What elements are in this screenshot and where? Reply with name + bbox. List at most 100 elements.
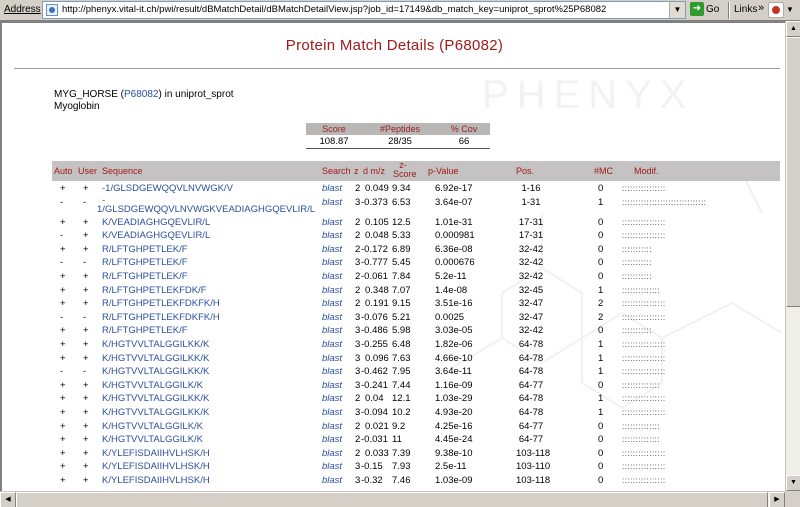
table-row: + + K/YLEFISDAIIHVLHSK/H blast 2 0.033 7.39 9.3… xyxy=(52,447,780,461)
row-dmz: -0.15 xyxy=(361,461,383,473)
sequence-link[interactable]: -1/GLSDGEWQQVLNVWGKVEADIAGHGQEVLIR/L xyxy=(97,195,315,214)
row-pvalue: 1.4e-08 xyxy=(435,284,468,296)
row-user: + xyxy=(83,406,89,418)
sequence-link[interactable]: R/LFTGHPETLEK/F xyxy=(102,271,188,282)
row-user: - xyxy=(83,196,87,208)
row-search: blast xyxy=(322,230,343,242)
sequence-link[interactable]: R/LFTGHPETLEK/F xyxy=(102,257,188,268)
go-button[interactable]: ➜ Go xyxy=(690,2,726,18)
row-search: blast xyxy=(322,257,343,269)
sequence-link[interactable]: R/LFTGHPETLEKFDK/F xyxy=(102,285,207,296)
title-divider xyxy=(14,68,780,69)
sequence-link[interactable]: K/HGTVVLTALGGILK/K xyxy=(102,434,203,445)
row-pvalue: 0.000981 xyxy=(435,230,475,242)
row-pvalue: 3.51e-16 xyxy=(435,298,473,310)
row-modif: :::::::::::::::: xyxy=(622,394,666,404)
sequence-link[interactable]: K/HGTVVLTALGGILKK/K xyxy=(102,407,209,418)
vertical-scroll-thumb[interactable] xyxy=(786,37,800,307)
toolbar-dropdown-icon[interactable]: ▼ xyxy=(786,5,794,14)
go-arrow-icon: ➜ xyxy=(690,2,704,16)
go-label: Go xyxy=(706,3,720,15)
row-zscore: 9.2 xyxy=(392,420,406,432)
scroll-up-icon[interactable]: ▲ xyxy=(786,21,800,37)
scroll-down-icon[interactable]: ▼ xyxy=(786,475,800,491)
row-auto: + xyxy=(60,379,66,391)
header-auto: Auto xyxy=(54,166,73,176)
protein-accession-link[interactable]: P68082 xyxy=(124,89,158,100)
scroll-left-icon[interactable]: ◀ xyxy=(0,492,16,507)
scroll-right-icon[interactable]: ▶ xyxy=(769,492,785,507)
row-modif: ::::::::::: xyxy=(622,271,652,281)
sequence-link[interactable]: K/HGTVVLTALGGILKK/K xyxy=(102,339,209,350)
sequence-link[interactable]: R/LFTGHPETLEK/F xyxy=(102,244,188,255)
address-label-text: Address xyxy=(4,4,41,15)
row-user: + xyxy=(83,338,89,350)
row-pos: 1-31 xyxy=(521,196,541,208)
row-dmz: -0.094 xyxy=(361,406,388,418)
sequence-link[interactable]: K/HGTVVLTALGGILK/K xyxy=(102,421,203,432)
row-mc: 1 xyxy=(598,393,604,405)
header-dmz: d m/z xyxy=(363,166,386,176)
row-z: 3 xyxy=(355,474,361,486)
vertical-scrollbar[interactable]: ▲ ▼ xyxy=(785,21,800,491)
row-mc: 1 xyxy=(598,352,604,364)
row-pvalue: 1.82e-06 xyxy=(435,338,473,350)
row-search: blast xyxy=(322,461,343,473)
row-mc: 0 xyxy=(598,216,604,228)
sequence-link[interactable]: K/VEADIAGHGQEVLIR/L xyxy=(102,230,210,241)
table-row: - - R/LFTGHPETLEKFDKFK/H blast 3 -0.076 5.21 0.… xyxy=(52,311,780,325)
row-zscore: 7.44 xyxy=(392,379,411,391)
row-user: + xyxy=(83,298,89,310)
table-row: + + R/LFTGHPETLEK/F blast 2 -0.172 6.89 6.36e-0… xyxy=(52,243,780,257)
row-search: blast xyxy=(322,196,343,208)
row-user: + xyxy=(83,216,89,228)
links-button[interactable]: Links xyxy=(734,4,757,15)
sequence-link[interactable]: K/YLEFISDAIIHVLHSK/H xyxy=(102,448,210,459)
row-dmz: -0.32 xyxy=(361,474,383,486)
row-dmz: -0.462 xyxy=(361,366,388,378)
horizontal-scrollbar[interactable]: ◀ ▶ xyxy=(0,491,785,507)
table-row: + + K/HGTVVLTALGGILKK/K blast 3 -0.255 6.48 1.8… xyxy=(52,338,780,352)
toolbar-extension-icon[interactable] xyxy=(768,2,784,18)
row-z: 2 xyxy=(355,243,361,255)
links-chevron-icon[interactable]: » xyxy=(758,2,764,14)
sequence-link[interactable]: R/LFTGHPETLEKFDKFK/H xyxy=(102,312,220,323)
row-dmz: -0.031 xyxy=(361,434,388,446)
sequence-link[interactable]: K/HGTVVLTALGGILKK/K xyxy=(102,393,209,404)
header-zscore: z-Score xyxy=(393,160,417,179)
row-auto: - xyxy=(60,311,64,323)
table-row: + + R/LFTGHPETLEK/F blast 2 -0.061 7.84 5.2e-11… xyxy=(52,270,780,284)
row-dmz: 0.048 xyxy=(365,230,389,242)
row-auto: + xyxy=(60,243,66,255)
row-user: - xyxy=(83,257,87,269)
sequence-link[interactable]: K/YLEFISDAIIHVLHSK/H xyxy=(102,475,210,486)
address-dropdown-icon[interactable]: ▼ xyxy=(669,2,685,18)
row-search: blast xyxy=(322,420,343,432)
row-pos: 64-78 xyxy=(518,366,544,378)
page-icon xyxy=(46,4,58,16)
sequence-link[interactable]: K/YLEFISDAIIHVLHSK/H xyxy=(102,461,210,472)
sequence-link[interactable]: K/HGTVVLTALGGILKK/K xyxy=(102,353,209,364)
row-zscore: 5.45 xyxy=(392,257,411,269)
protein-description: Myoglobin xyxy=(54,101,100,112)
sequence-link[interactable]: K/HGTVVLTALGGILK/K xyxy=(102,380,203,391)
row-pos: 64-78 xyxy=(518,393,544,405)
row-pos: 1-16 xyxy=(521,183,541,194)
sequence-link[interactable]: K/HGTVVLTALGGILKK/K xyxy=(102,366,209,377)
row-user: + xyxy=(83,325,89,337)
row-zscore: 6.53 xyxy=(392,196,411,208)
address-input[interactable]: http://phenyx.vital-it.ch/pwi/result/dBM… xyxy=(42,1,686,19)
row-pos: 32-42 xyxy=(518,243,544,255)
summary-coverage: 66 xyxy=(438,135,490,149)
row-modif: :::::::::::::::: xyxy=(622,217,666,227)
sequence-link[interactable]: R/LFTGHPETLEKFDKFK/H xyxy=(102,298,220,309)
row-pos: 64-77 xyxy=(518,420,544,432)
horizontal-scroll-thumb[interactable] xyxy=(16,492,768,507)
address-url[interactable]: http://phenyx.vital-it.ch/pwi/result/dBM… xyxy=(62,4,606,15)
sequence-link[interactable]: K/VEADIAGHGQEVLIR/L xyxy=(102,217,210,228)
sequence-link[interactable]: -1/GLSDGEWQQVLNVWGK/V xyxy=(102,183,233,194)
row-z: 3 xyxy=(355,325,361,337)
row-sequence: K/HGTVVLTALGGILK/K xyxy=(102,380,203,391)
row-zscore: 12.1 xyxy=(392,393,411,405)
sequence-link[interactable]: R/LFTGHPETLEK/F xyxy=(102,325,188,336)
